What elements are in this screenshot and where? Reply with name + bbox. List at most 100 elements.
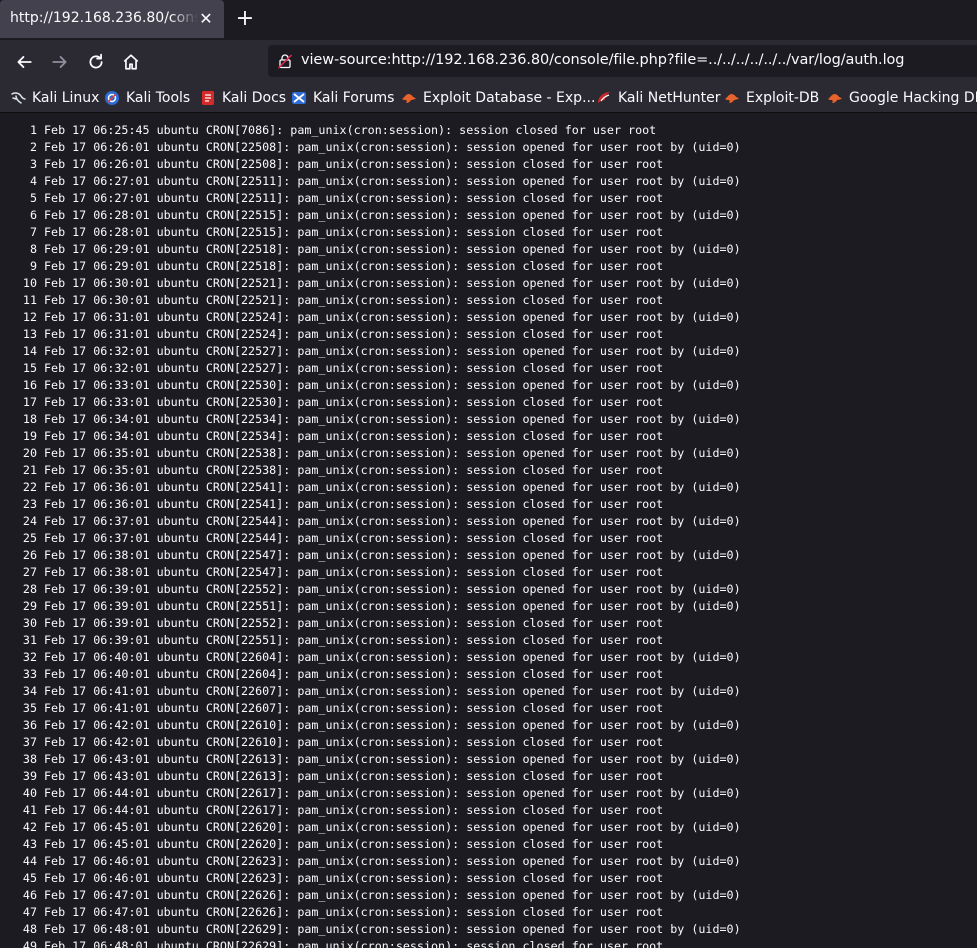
source-line: 49 Feb 17 06:48:01 ubuntu CRON[22629]: pa… [0,938,741,948]
exploit-db-icon [725,94,739,103]
forward-arrow-icon [52,56,67,68]
line-text: Feb 17 06:45:01 ubuntu CRON[22620]: pam_… [44,820,741,834]
source-line: 15 Feb 17 06:32:01 ubuntu CRON[22527]: pa… [0,360,741,377]
url-text[interactable]: view-source:http://192.168.236.80/consol… [301,52,904,68]
line-text: Feb 17 06:37:01 ubuntu CRON[22544]: pam_… [44,531,664,545]
line-number: 36 [22,718,37,732]
source-line: 11 Feb 17 06:30:01 ubuntu CRON[22521]: pa… [0,292,741,309]
line-number: 24 [22,514,37,528]
line-number: 39 [22,769,37,783]
bookmark-kali-docs[interactable]: Kali Docs [200,88,286,108]
line-number: 42 [22,820,37,834]
source-line: 44 Feb 17 06:46:01 ubuntu CRON[22623]: pa… [0,853,741,870]
line-number: 45 [22,871,37,885]
line-text: Feb 17 06:25:45 ubuntu CRON[7086]: pam_u… [44,123,657,137]
source-line: 16 Feb 17 06:33:01 ubuntu CRON[22530]: pa… [0,377,741,394]
kali-docs-icon [202,91,214,105]
bookmark-kali-nethunter[interactable]: Kali NetHunter [596,88,720,108]
exploit-db-icon [828,94,842,103]
line-text: Feb 17 06:46:01 ubuntu CRON[22623]: pam_… [44,854,741,868]
bookmark-kali-forums[interactable]: Kali Forums [291,88,394,108]
source-line: 34 Feb 17 06:41:01 ubuntu CRON[22607]: pa… [0,683,741,700]
bookmark-exploit-database[interactable]: Exploit Database - Exp... [401,88,595,108]
source-line: 24 Feb 17 06:37:01 ubuntu CRON[22544]: pa… [0,513,741,530]
source-line: 9 Feb 17 06:29:01 ubuntu CRON[22518]: pam… [0,258,741,275]
source-line: 18 Feb 17 06:34:01 ubuntu CRON[22534]: pa… [0,411,741,428]
line-text: Feb 17 06:28:01 ubuntu CRON[22515]: pam_… [44,208,741,222]
bookmark-kali-tools[interactable]: Kali Tools [104,88,190,108]
line-text: Feb 17 06:39:01 ubuntu CRON[22551]: pam_… [44,633,664,647]
source-line: 48 Feb 17 06:48:01 ubuntu CRON[22629]: pa… [0,921,741,938]
source-line: 5 Feb 17 06:27:01 ubuntu CRON[22511]: pam… [0,190,741,207]
source-line: 23 Feb 17 06:36:01 ubuntu CRON[22541]: pa… [0,496,741,513]
line-text: Feb 17 06:46:01 ubuntu CRON[22623]: pam_… [44,871,664,885]
line-text: Feb 17 06:36:01 ubuntu CRON[22541]: pam_… [44,497,664,511]
source-line: 25 Feb 17 06:37:01 ubuntu CRON[22544]: pa… [0,530,741,547]
line-number: 2 [29,140,37,154]
insecure-lock-icon[interactable] [277,53,293,69]
source-line: 3 Feb 17 06:26:01 ubuntu CRON[22508]: pam… [0,156,741,173]
source-line: 12 Feb 17 06:31:01 ubuntu CRON[22524]: pa… [0,309,741,326]
home-button[interactable] [117,48,145,76]
source-line: 13 Feb 17 06:31:01 ubuntu CRON[22524]: pa… [0,326,741,343]
home-icon [123,54,139,70]
line-text: Feb 17 06:29:01 ubuntu CRON[22518]: pam_… [44,242,741,256]
source-line: 10 Feb 17 06:30:01 ubuntu CRON[22521]: pa… [0,275,741,292]
line-text: Feb 17 06:47:01 ubuntu CRON[22626]: pam_… [44,888,741,902]
line-text: Feb 17 06:27:01 ubuntu CRON[22511]: pam_… [44,191,664,205]
source-line: 21 Feb 17 06:35:01 ubuntu CRON[22538]: pa… [0,462,741,479]
navigation-toolbar: view-source:http://192.168.236.80/consol… [0,40,977,82]
line-number: 19 [22,429,37,443]
bookmark-kali-linux[interactable]: Kali Linux [10,88,99,108]
line-text: Feb 17 06:42:01 ubuntu CRON[22610]: pam_… [44,735,664,749]
bookmark-label: Kali Tools [126,90,191,106]
line-text: Feb 17 06:39:01 ubuntu CRON[22552]: pam_… [44,582,741,596]
line-text: Feb 17 06:41:01 ubuntu CRON[22607]: pam_… [44,701,664,715]
line-number: 14 [22,344,37,358]
line-text: Feb 17 06:28:01 ubuntu CRON[22515]: pam_… [44,225,664,239]
source-line: 22 Feb 17 06:36:01 ubuntu CRON[22541]: pa… [0,479,741,496]
source-line: 37 Feb 17 06:42:01 ubuntu CRON[22610]: pa… [0,734,741,751]
source-line: 6 Feb 17 06:28:01 ubuntu CRON[22515]: pam… [0,207,741,224]
new-tab-button[interactable]: + [232,6,258,32]
line-number: 4 [29,174,37,188]
source-line: 39 Feb 17 06:43:01 ubuntu CRON[22613]: pa… [0,768,741,785]
back-button[interactable] [10,48,38,76]
forward-button[interactable] [46,48,74,76]
source-line: 29 Feb 17 06:39:01 ubuntu CRON[22551]: pa… [0,598,741,615]
line-text: Feb 17 06:41:01 ubuntu CRON[22607]: pam_… [44,684,741,698]
source-line: 42 Feb 17 06:45:01 ubuntu CRON[22620]: pa… [0,819,741,836]
tab-strip: http://192.168.236.80/console/file.php?f… [0,0,977,40]
reload-button[interactable] [82,48,110,76]
kali-tools-icon [105,91,119,105]
source-line: 28 Feb 17 06:39:01 ubuntu CRON[22552]: pa… [0,581,741,598]
line-text: Feb 17 06:27:01 ubuntu CRON[22511]: pam_… [44,174,741,188]
url-bar[interactable]: view-source:http://192.168.236.80/consol… [268,45,977,77]
bookmark-exploit-db[interactable]: Exploit-DB [724,88,819,108]
line-text: Feb 17 06:40:01 ubuntu CRON[22604]: pam_… [44,667,664,681]
bookmarks-toolbar: Kali Linux Kali Tools Kali Docs Kali For… [0,82,977,113]
line-text: Feb 17 06:42:01 ubuntu CRON[22610]: pam_… [44,718,741,732]
source-line: 47 Feb 17 06:47:01 ubuntu CRON[22626]: pa… [0,904,741,921]
line-text: Feb 17 06:32:01 ubuntu CRON[22527]: pam_… [44,361,664,375]
line-number: 11 [22,293,37,307]
source-line: 41 Feb 17 06:44:01 ubuntu CRON[22617]: pa… [0,802,741,819]
source-listing: 1 Feb 17 06:25:45 ubuntu CRON[7086]: pam_… [0,122,741,948]
source-line: 45 Feb 17 06:46:01 ubuntu CRON[22623]: pa… [0,870,741,887]
line-number: 12 [22,310,37,324]
tab-active[interactable]: http://192.168.236.80/console/file.php?f… [0,0,224,38]
line-number: 34 [22,684,37,698]
line-text: Feb 17 06:39:01 ubuntu CRON[22552]: pam_… [44,616,664,630]
line-text: Feb 17 06:47:01 ubuntu CRON[22626]: pam_… [44,905,664,919]
close-icon[interactable]: ✕ [196,9,216,29]
bookmark-google-hacking-db[interactable]: Google Hacking DB [827,88,977,108]
line-text: Feb 17 06:44:01 ubuntu CRON[22617]: pam_… [44,803,664,817]
line-text: Feb 17 06:35:01 ubuntu CRON[22538]: pam_… [44,463,664,477]
source-line: 31 Feb 17 06:39:01 ubuntu CRON[22551]: pa… [0,632,741,649]
source-line: 4 Feb 17 06:27:01 ubuntu CRON[22511]: pam… [0,173,741,190]
bookmark-label: Kali Forums [313,90,395,106]
line-number: 22 [22,480,37,494]
line-number: 23 [22,497,37,511]
source-line: 32 Feb 17 06:40:01 ubuntu CRON[22604]: pa… [0,649,741,666]
line-number: 6 [29,208,37,222]
